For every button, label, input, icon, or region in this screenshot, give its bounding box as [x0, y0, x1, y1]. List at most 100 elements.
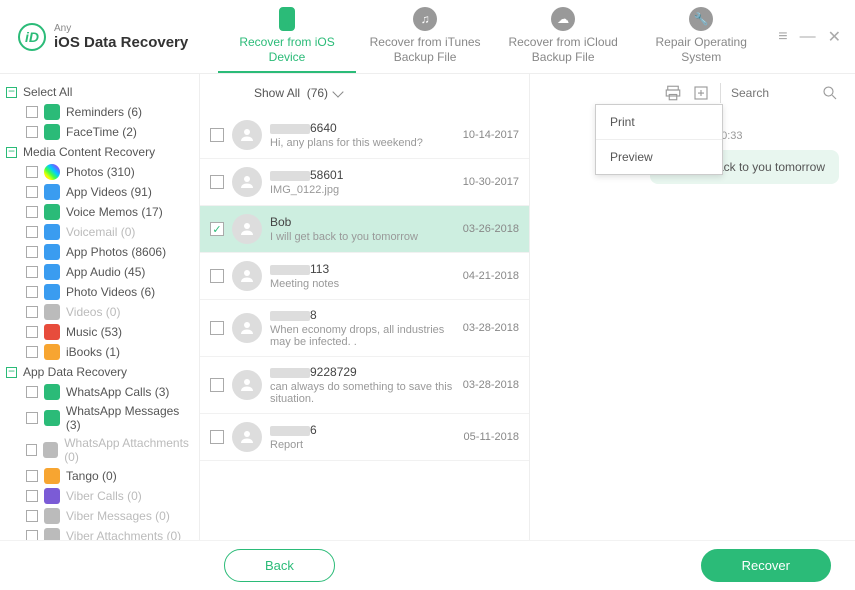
- checkbox[interactable]: [26, 530, 38, 540]
- sidebar-item[interactable]: Photo Videos (6): [6, 282, 197, 302]
- select-all-row[interactable]: Select All: [6, 82, 197, 102]
- message-row[interactable]: 8 When economy drops, all industries may…: [200, 300, 529, 357]
- message-list[interactable]: 6640 Hi, any plans for this weekend? 10-…: [200, 112, 529, 540]
- sidebar-item-label: WhatsApp Messages (3): [66, 404, 197, 432]
- tab-2[interactable]: ☁ Recover from iCloud Backup File: [494, 0, 632, 73]
- checkbox[interactable]: [26, 412, 38, 424]
- tab-label: Recover from iCloud Backup File: [508, 35, 617, 64]
- close-icon[interactable]: ✕: [828, 27, 841, 47]
- checkbox[interactable]: [26, 386, 38, 398]
- sidebar-item[interactable]: WhatsApp Messages (3): [6, 402, 197, 434]
- checkbox[interactable]: [26, 106, 38, 118]
- device-icon: [279, 7, 295, 31]
- sidebar-item[interactable]: WhatsApp Attachments (0): [6, 434, 197, 466]
- back-button[interactable]: Back: [224, 549, 335, 582]
- checkbox[interactable]: [26, 126, 38, 138]
- search-input[interactable]: [731, 86, 811, 100]
- checkbox[interactable]: [210, 175, 224, 189]
- main-content: Select All Reminders (6) FaceTime (2) Me…: [0, 74, 855, 540]
- show-all-button[interactable]: Show All (76): [254, 86, 328, 100]
- sidebar-item[interactable]: WhatsApp Calls (3): [6, 382, 197, 402]
- checkbox[interactable]: [26, 444, 37, 456]
- print-menu-item[interactable]: Print: [596, 105, 722, 139]
- checkbox[interactable]: [26, 286, 38, 298]
- message-date: 10-30-2017: [463, 176, 519, 188]
- menu-icon[interactable]: ≡: [778, 28, 787, 46]
- checkbox[interactable]: [26, 470, 38, 482]
- avatar-icon: [232, 167, 262, 197]
- app-header: iD Any iOS Data Recovery Recover from iO…: [0, 0, 855, 74]
- message-sender: 8: [270, 308, 455, 322]
- tab-3[interactable]: 🔧 Repair Operating System: [632, 0, 770, 73]
- checkbox[interactable]: [26, 226, 38, 238]
- print-icon[interactable]: [664, 84, 682, 102]
- collapse-icon[interactable]: [6, 367, 17, 378]
- sidebar-item[interactable]: Tango (0): [6, 466, 197, 486]
- sidebar-item[interactable]: Voice Memos (17): [6, 202, 197, 222]
- message-date: 03-28-2018: [463, 379, 519, 391]
- recover-button[interactable]: Recover: [701, 549, 831, 582]
- sidebar-item[interactable]: iBooks (1): [6, 342, 197, 362]
- message-row[interactable]: Bob I will get back to you tomorrow 03-2…: [200, 206, 529, 253]
- checkbox[interactable]: [26, 186, 38, 198]
- print-menu-popup: Print Preview: [595, 104, 723, 175]
- checkbox[interactable]: [26, 306, 38, 318]
- message-row[interactable]: 113 Meeting notes 04-21-2018: [200, 253, 529, 300]
- sidebar-item[interactable]: Music (53): [6, 322, 197, 342]
- sidebar-tree[interactable]: Select All Reminders (6) FaceTime (2) Me…: [0, 74, 200, 540]
- sidebar-item[interactable]: App Photos (8606): [6, 242, 197, 262]
- collapse-icon[interactable]: [6, 87, 17, 98]
- sidebar-item-label: Viber Calls (0): [66, 489, 142, 503]
- checkbox[interactable]: [26, 326, 38, 338]
- tree-group-header[interactable]: App Data Recovery: [6, 362, 197, 382]
- checkbox[interactable]: [26, 510, 38, 522]
- checkbox[interactable]: [26, 206, 38, 218]
- chevron-down-icon[interactable]: [332, 86, 343, 97]
- sidebar-item[interactable]: Viber Attachments (0): [6, 526, 197, 540]
- message-row[interactable]: 9228729 can always do something to save …: [200, 357, 529, 414]
- category-icon: [44, 264, 60, 280]
- preview-menu-item[interactable]: Preview: [596, 139, 722, 174]
- checkbox[interactable]: [210, 321, 224, 335]
- checkbox[interactable]: [210, 222, 224, 236]
- message-row[interactable]: 58601 IMG_0122.jpg 10-30-2017: [200, 159, 529, 206]
- sidebar-item[interactable]: Photos (310): [6, 162, 197, 182]
- checkbox[interactable]: [210, 378, 224, 392]
- export-icon[interactable]: [692, 84, 710, 102]
- sidebar-item[interactable]: Viber Messages (0): [6, 506, 197, 526]
- minimize-icon[interactable]: —: [800, 28, 816, 46]
- sidebar-item[interactable]: App Videos (91): [6, 182, 197, 202]
- tab-1[interactable]: ♫ Recover from iTunes Backup File: [356, 0, 494, 73]
- sidebar-item[interactable]: FaceTime (2): [6, 122, 197, 142]
- main-tabs: Recover from iOS Device ♫ Recover from i…: [218, 0, 770, 73]
- checkbox[interactable]: [210, 269, 224, 283]
- sidebar-item[interactable]: App Audio (45): [6, 262, 197, 282]
- sidebar-item-label: Voicemail (0): [66, 225, 135, 239]
- sidebar-item[interactable]: Viber Calls (0): [6, 486, 197, 506]
- sidebar-item[interactable]: Voicemail (0): [6, 222, 197, 242]
- checkbox[interactable]: [26, 266, 38, 278]
- checkbox[interactable]: [210, 430, 224, 444]
- message-row[interactable]: 6 Report 05-11-2018: [200, 414, 529, 461]
- sidebar-item-label: App Audio (45): [66, 265, 145, 279]
- checkbox[interactable]: [26, 166, 38, 178]
- tree-group-header[interactable]: Media Content Recovery: [6, 142, 197, 162]
- sidebar-item-label: Music (53): [66, 325, 122, 339]
- group-label: Media Content Recovery: [23, 145, 155, 159]
- message-row[interactable]: 6640 Hi, any plans for this weekend? 10-…: [200, 112, 529, 159]
- message-sender: 113: [270, 262, 455, 276]
- sidebar-item[interactable]: Reminders (6): [6, 102, 197, 122]
- tab-0[interactable]: Recover from iOS Device: [218, 0, 356, 73]
- logo-title: iOS Data Recovery: [54, 34, 188, 51]
- checkbox[interactable]: [210, 128, 224, 142]
- checkbox[interactable]: [26, 246, 38, 258]
- collapse-icon[interactable]: [6, 147, 17, 158]
- sidebar-item-label: App Videos (91): [66, 185, 152, 199]
- checkbox[interactable]: [26, 490, 38, 502]
- detail-panel: Print Preview -2018 09:30:33 I will get …: [530, 74, 855, 540]
- sidebar-item-label: Viber Messages (0): [66, 509, 170, 523]
- search-icon[interactable]: [821, 84, 839, 102]
- sidebar-item[interactable]: Videos (0): [6, 302, 197, 322]
- message-preview: can always do something to save this sit…: [270, 381, 455, 405]
- checkbox[interactable]: [26, 346, 38, 358]
